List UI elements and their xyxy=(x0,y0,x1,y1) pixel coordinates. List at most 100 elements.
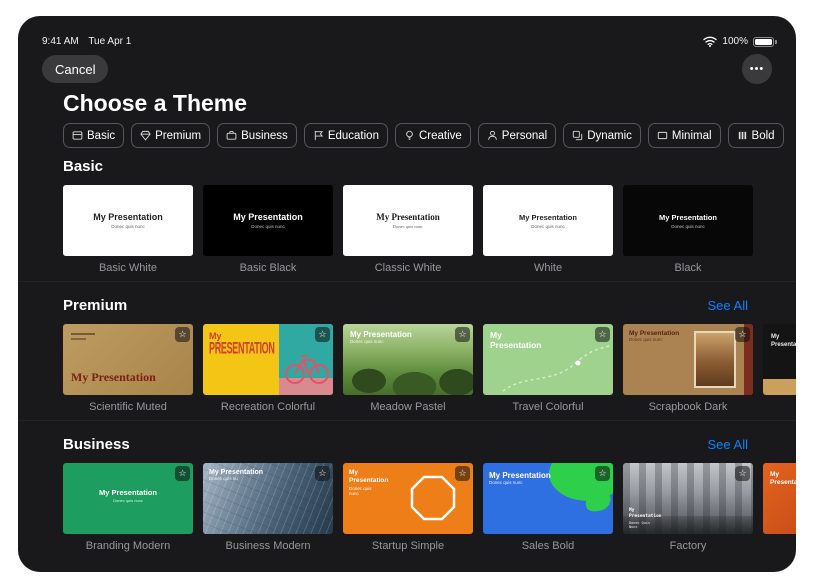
theme-label: Basic Black xyxy=(203,262,333,275)
theme-label: Scientific Muted xyxy=(63,401,193,414)
section-title: Basic xyxy=(63,158,103,175)
theme-card-partial[interactable]: My Presentation☆ xyxy=(763,463,796,534)
category-chip-label: Basic xyxy=(87,130,115,142)
layers-icon xyxy=(572,130,583,141)
theme-label: Basic White xyxy=(63,262,193,275)
theme-card-black[interactable]: My PresentationDonec quis nunc xyxy=(623,185,753,256)
theme-label: Business Modern xyxy=(203,540,333,553)
see-all-link[interactable]: See All xyxy=(708,437,748,452)
premium-star-badge-icon: ☆ xyxy=(175,327,190,342)
premium-star-badge-icon: ☆ xyxy=(455,327,470,342)
premium-star-badge-icon: ☆ xyxy=(455,466,470,481)
theme-item: My PresentationDonec quis nunc Classic Wh… xyxy=(343,185,473,275)
theme-item: My Presentation☆ xyxy=(763,463,796,553)
theme-card-travel-colorful[interactable]: My Presentation☆ xyxy=(483,324,613,395)
category-chip-education[interactable]: Education xyxy=(304,123,388,148)
theme-item: My PresentationDonec quis nunc☆Scrapbook… xyxy=(623,324,753,414)
theme-item: My PresentationDonec Quis Nunc☆ Factory xyxy=(623,463,753,553)
theme-section-premium: Premium See All My Presentation☆ Scientific… xyxy=(18,281,796,414)
theme-item: My Presentation☆ Travel Colorful xyxy=(483,324,613,414)
category-chip-premium[interactable]: Premium xyxy=(131,123,210,148)
more-options-button[interactable]: ••• xyxy=(742,54,772,84)
theme-row: My PresentationDonec quis nunc☆ Branding … xyxy=(18,463,796,553)
theme-row: My PresentationDonec quis nunc Basic Whit… xyxy=(18,185,796,275)
category-chip-label: Premium xyxy=(155,130,201,142)
theme-section-business: BusinessSee All My PresentationDonec quis… xyxy=(18,420,796,553)
theme-item: My PresentationDonec quis nunc Black xyxy=(623,185,753,275)
theme-card-meadow-pastel[interactable]: My PresentationDonec quis nunc☆ xyxy=(343,324,473,395)
theme-label: Startup Simple xyxy=(343,540,473,553)
theme-label: Factory xyxy=(623,540,753,553)
briefcase-icon xyxy=(226,130,237,141)
theme-card-basic-black[interactable]: My PresentationDonec quis nunc xyxy=(203,185,333,256)
theme-label: Sales Bold xyxy=(483,540,613,553)
category-chip-label: Bold xyxy=(752,130,775,142)
section-title: Premium xyxy=(63,297,127,314)
premium-star-badge-icon: ☆ xyxy=(315,327,330,342)
flag-icon xyxy=(313,130,324,141)
cancel-button[interactable]: Cancel xyxy=(42,55,108,83)
status-time: 9:41 AM xyxy=(42,36,79,47)
frame-icon xyxy=(657,130,668,141)
category-chip-bold[interactable]: Bold xyxy=(728,123,784,148)
section-header: BusinessSee All xyxy=(18,436,796,454)
theme-item: My PresentationDonec quis nunc White xyxy=(483,185,613,275)
category-chip-dynamic[interactable]: Dynamic xyxy=(563,123,641,148)
category-chip-label: Creative xyxy=(419,130,462,142)
theme-card-startup-simple[interactable]: My PresentationDonec quis nunc☆ xyxy=(343,463,473,534)
grid-icon xyxy=(72,130,83,141)
theme-card-business-modern[interactable]: My PresentationDonec quis nu☆ xyxy=(203,463,333,534)
category-chip-basic[interactable]: Basic xyxy=(63,123,124,148)
theme-label: Black xyxy=(623,262,753,275)
category-chip-label: Minimal xyxy=(672,130,712,142)
theme-item: My PresentationDonec quis nunc☆Meadow Pa… xyxy=(343,324,473,414)
category-chip-minimal[interactable]: Minimal xyxy=(648,123,721,148)
battery-percent: 100% xyxy=(722,36,748,47)
category-chip-label: Business xyxy=(241,130,288,142)
category-chip-creative[interactable]: Creative xyxy=(395,123,471,148)
theme-card-partial[interactable]: My Presentation☆ xyxy=(763,324,796,395)
battery-nub xyxy=(775,40,777,44)
theme-card-basic-white[interactable]: My PresentationDonec quis nunc xyxy=(63,185,193,256)
ipad-screenshot: 9:41 AM Tue Apr 1 100% Cancel ••• Choose… xyxy=(18,16,796,572)
theme-row: My Presentation☆ Scientific Muted MyPRESEN… xyxy=(18,324,796,414)
theme-card-scrapbook-dark[interactable]: My PresentationDonec quis nunc☆ xyxy=(623,324,753,395)
category-chip-label: Dynamic xyxy=(587,130,632,142)
status-bar: 9:41 AM Tue Apr 1 100% xyxy=(42,36,774,47)
theme-item: My PresentationDonec quis nu☆ Business Mo… xyxy=(203,463,333,553)
page-title: Choose a Theme xyxy=(63,90,247,117)
premium-star-badge-icon: ☆ xyxy=(175,466,190,481)
theme-item: My PresentationDonec quis nunc☆ Branding … xyxy=(63,463,193,553)
theme-item: My PresentationDonec quis nunc Basic Blac… xyxy=(203,185,333,275)
theme-card-classic-white[interactable]: My PresentationDonec quis nunc xyxy=(343,185,473,256)
theme-item: My PresentationDonec quis nunc☆ Startup S… xyxy=(343,463,473,553)
theme-item: My PresentationDonec quis nunc☆ Sales Bol… xyxy=(483,463,613,553)
theme-card-scientific-muted[interactable]: My Presentation☆ xyxy=(63,324,193,395)
wifi-icon xyxy=(703,36,717,47)
theme-item: My PresentationDonec quis nunc Basic Whit… xyxy=(63,185,193,275)
gem-icon xyxy=(140,130,151,141)
theme-section-basic: Basic My PresentationDonec quis nunc Basic… xyxy=(18,158,796,275)
theme-card-white[interactable]: My PresentationDonec quis nunc xyxy=(483,185,613,256)
theme-label: Classic White xyxy=(343,262,473,275)
theme-card-factory[interactable]: My PresentationDonec Quis Nunc☆ xyxy=(623,463,753,534)
see-all-link[interactable]: See All xyxy=(708,298,748,313)
toolbar: Cancel ••• xyxy=(42,54,772,84)
theme-label: Branding Modern xyxy=(63,540,193,553)
theme-label: Travel Colorful xyxy=(483,401,613,414)
lightbulb-icon xyxy=(404,130,415,141)
category-chip-business[interactable]: Business xyxy=(217,123,297,148)
premium-star-badge-icon: ☆ xyxy=(595,466,610,481)
theme-label: White xyxy=(483,262,613,275)
theme-card-recreation-colorful[interactable]: MyPRESENTATION☆ xyxy=(203,324,333,395)
battery-icon xyxy=(753,37,774,47)
theme-label: Recreation Colorful xyxy=(203,401,333,414)
sections: Basic My PresentationDonec quis nunc Basic… xyxy=(18,158,796,559)
theme-item: My Presentation☆ Scientific Muted xyxy=(63,324,193,414)
status-date: Tue Apr 1 xyxy=(88,36,131,47)
theme-card-sales-bold[interactable]: My PresentationDonec quis nunc☆ xyxy=(483,463,613,534)
status-left: 9:41 AM Tue Apr 1 xyxy=(42,36,138,47)
theme-card-branding-modern[interactable]: My PresentationDonec quis nunc☆ xyxy=(63,463,193,534)
status-right: 100% xyxy=(703,36,774,47)
category-chip-personal[interactable]: Personal xyxy=(478,123,556,148)
